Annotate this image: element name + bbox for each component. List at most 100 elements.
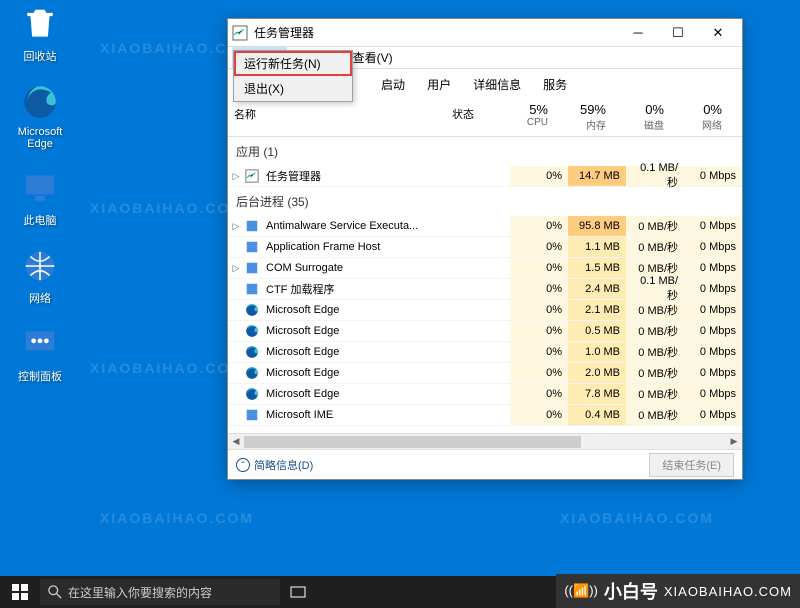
process-icon: [244, 168, 260, 184]
table-row[interactable]: ▷ 任务管理器 0% 14.7 MB 0.1 MB/秒 0 Mbps: [228, 166, 742, 187]
table-row[interactable]: Microsoft Edge 0% 2.1 MB 0 MB/秒 0 Mbps: [228, 300, 742, 321]
process-name: Microsoft Edge: [264, 388, 462, 400]
recycle-bin-icon: [20, 4, 60, 44]
cell-network: 0 Mbps: [684, 342, 742, 362]
watermark: XIAOBAIHAO.COM: [100, 510, 254, 526]
process-icon: [244, 407, 260, 423]
desktop-icon-label: 此电脑: [24, 212, 57, 228]
cell-cpu: 0%: [510, 166, 568, 186]
column-network[interactable]: 0%网络: [670, 98, 728, 136]
process-name: Microsoft Edge: [264, 367, 462, 379]
column-cpu[interactable]: 5%CPU: [496, 98, 554, 136]
menu-run-new-task[interactable]: 运行新任务(N): [234, 51, 352, 76]
cell-cpu: 0%: [510, 321, 568, 341]
table-body[interactable]: 应用 (1) ▷ 任务管理器 0% 14.7 MB 0.1 MB/秒 0 Mbp…: [228, 137, 742, 433]
cell-disk: 0 MB/秒: [626, 363, 684, 383]
scroll-left-icon[interactable]: ◀: [228, 436, 244, 447]
minimize-button[interactable]: ─: [618, 19, 658, 47]
table-row[interactable]: Application Frame Host 0% 1.1 MB 0 MB/秒 …: [228, 237, 742, 258]
process-name: Antimalware Service Executa...: [264, 220, 462, 232]
cell-memory: 7.8 MB: [568, 384, 626, 404]
table-row[interactable]: Microsoft Edge 0% 1.0 MB 0 MB/秒 0 Mbps: [228, 342, 742, 363]
menu-view[interactable]: 查看(V): [345, 47, 401, 68]
expand-icon[interactable]: ▷: [228, 263, 244, 274]
column-name[interactable]: 名称: [228, 98, 448, 136]
horizontal-scrollbar[interactable]: ◀ ▶: [228, 433, 742, 449]
tab-services[interactable]: 服务: [532, 71, 578, 98]
task-manager-icon: [232, 25, 248, 41]
table-row[interactable]: Microsoft Edge 0% 2.0 MB 0 MB/秒 0 Mbps: [228, 363, 742, 384]
cell-network: 0 Mbps: [684, 321, 742, 341]
watermark-brand: 小白号: [604, 578, 658, 604]
cell-memory: 0.5 MB: [568, 321, 626, 341]
column-disk[interactable]: 0%磁盘: [612, 98, 670, 136]
table-row[interactable]: Microsoft Edge 0% 0.5 MB 0 MB/秒 0 Mbps: [228, 321, 742, 342]
cell-network: 0 Mbps: [684, 300, 742, 320]
desktop-icon-edge[interactable]: Microsoft Edge: [4, 82, 76, 150]
maximize-button[interactable]: ☐: [658, 19, 698, 47]
search-icon: [48, 585, 62, 599]
cell-memory: 2.4 MB: [568, 279, 626, 299]
start-button[interactable]: [0, 576, 40, 608]
table-header: 名称 状态 5%CPU 59%内存 0%磁盘 0%网络: [228, 98, 742, 137]
column-status[interactable]: 状态: [448, 98, 496, 136]
scrollbar-thumb[interactable]: [244, 436, 581, 448]
expand-icon[interactable]: ▷: [228, 221, 244, 232]
desktop-icon-label: 网络: [29, 290, 51, 306]
cell-memory: 2.1 MB: [568, 300, 626, 320]
cell-network: 0 Mbps: [684, 166, 742, 186]
cell-cpu: 0%: [510, 216, 568, 236]
desktop-icon-recycle-bin[interactable]: 回收站: [4, 4, 76, 64]
expand-icon[interactable]: ▷: [228, 171, 244, 182]
process-name: Microsoft Edge: [264, 325, 462, 337]
cell-cpu: 0%: [510, 384, 568, 404]
cell-network: 0 Mbps: [684, 258, 742, 278]
cell-status: [462, 321, 510, 341]
cell-network: 0 Mbps: [684, 405, 742, 425]
cell-memory: 14.7 MB: [568, 166, 626, 186]
process-name: 任务管理器: [264, 168, 462, 184]
wifi-icon: ((📶)): [564, 583, 598, 599]
column-memory[interactable]: 59%内存: [554, 98, 612, 136]
table-row[interactable]: Microsoft IME 0% 0.4 MB 0 MB/秒 0 Mbps: [228, 405, 742, 426]
scroll-right-icon[interactable]: ▶: [726, 436, 742, 447]
desktop-icon-label: Microsoft Edge: [4, 126, 76, 150]
cell-network: 0 Mbps: [684, 237, 742, 257]
title-bar[interactable]: 任务管理器 ─ ☐ ✕: [228, 19, 742, 47]
cell-memory: 1.0 MB: [568, 342, 626, 362]
close-button[interactable]: ✕: [698, 19, 738, 47]
cell-cpu: 0%: [510, 237, 568, 257]
process-icon: [244, 365, 260, 381]
taskbar-taskview[interactable]: [280, 576, 316, 608]
table-row[interactable]: CTF 加载程序 0% 2.4 MB 0.1 MB/秒 0 Mbps: [228, 279, 742, 300]
group-background: 后台进程 (35): [228, 187, 742, 216]
process-icon: [244, 323, 260, 339]
cell-disk: 0 MB/秒: [626, 237, 684, 257]
table-row[interactable]: Microsoft Edge 0% 7.8 MB 0 MB/秒 0 Mbps: [228, 384, 742, 405]
end-task-button[interactable]: 结束任务(E): [649, 453, 734, 477]
table-row[interactable]: ▷ Antimalware Service Executa... 0% 95.8…: [228, 216, 742, 237]
process-icon: [244, 239, 260, 255]
cell-cpu: 0%: [510, 363, 568, 383]
menu-exit[interactable]: 退出(X): [234, 76, 352, 101]
control-panel-icon: [20, 324, 60, 364]
fewer-details-link[interactable]: ⌃ 简略信息(D): [236, 457, 313, 473]
file-menu-dropdown: 运行新任务(N) 退出(X): [233, 50, 353, 102]
cell-status: [462, 237, 510, 257]
watermark: XIAOBAIHAO.COM: [90, 360, 244, 376]
cell-memory: 0.4 MB: [568, 405, 626, 425]
tab-details[interactable]: 详细信息: [462, 71, 532, 98]
desktop-icon-this-pc[interactable]: 此电脑: [4, 168, 76, 228]
corner-watermark: ((📶)) 小白号 XIAOBAIHAO.COM: [556, 574, 800, 608]
process-icon: [244, 281, 260, 297]
windows-icon: [12, 584, 28, 600]
desktop-icon-control-panel[interactable]: 控制面板: [4, 324, 76, 384]
desktop-icon-network[interactable]: 网络: [4, 246, 76, 306]
tab-users[interactable]: 用户: [416, 71, 462, 98]
edge-icon: [20, 82, 60, 122]
tab-startup[interactable]: 启动: [370, 71, 416, 98]
taskbar-search[interactable]: 在这里输入你要搜索的内容: [40, 579, 280, 605]
cell-disk: 0.1 MB/秒: [626, 166, 684, 186]
cell-disk: 0 MB/秒: [626, 405, 684, 425]
cell-disk: 0 MB/秒: [626, 384, 684, 404]
